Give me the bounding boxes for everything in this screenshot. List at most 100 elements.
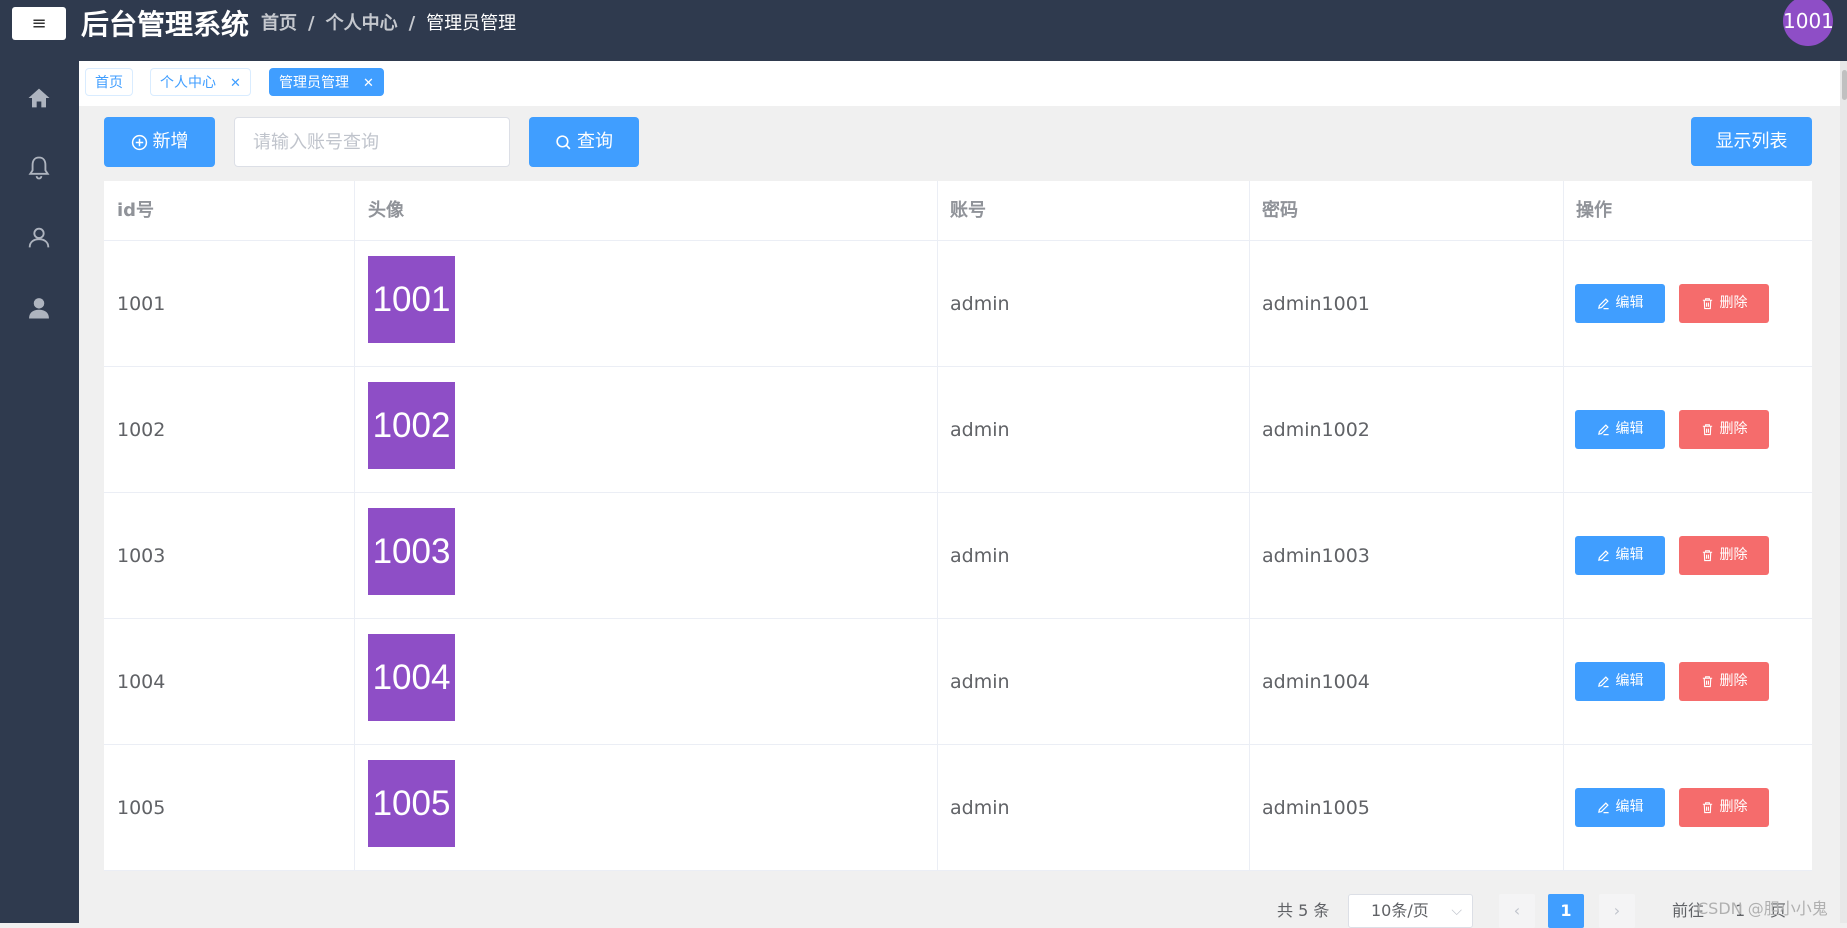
edit-icon	[1597, 549, 1609, 561]
avatar-image: 1004	[368, 634, 455, 721]
sidebar-item-notice[interactable]	[25, 154, 53, 182]
tags-bar: 首页 个人中心 ✕ 管理员管理 ✕	[79, 61, 1840, 106]
trash-icon	[1702, 297, 1712, 309]
top-navbar: ≡ 后台管理系统 首页 / 个人中心 / 管理员管理 1001	[0, 0, 1847, 61]
breadcrumb-separator: /	[408, 13, 416, 34]
breadcrumb: 首页 / 个人中心 / 管理员管理	[261, 12, 516, 36]
delete-button[interactable]: 删除	[1679, 410, 1769, 449]
avatar-image: 1002	[368, 382, 455, 469]
table-row: 1001 1001 admin admin1001 编辑 删除	[104, 241, 1812, 367]
home-icon	[28, 88, 50, 108]
delete-button-label: 删除	[1719, 673, 1748, 689]
plus-circle-icon	[131, 134, 147, 150]
edit-button[interactable]: 编辑	[1575, 284, 1665, 323]
search-button-label: 查询	[577, 131, 613, 152]
table-row: 1002 1002 admin admin1002 编辑 删除	[104, 367, 1812, 493]
delete-button-label: 删除	[1719, 295, 1748, 311]
tag-admin-manage[interactable]: 管理员管理 ✕	[269, 68, 384, 96]
breadcrumb-current: 管理员管理	[426, 13, 517, 34]
cell-id: 1002	[117, 419, 166, 441]
user-icon	[28, 227, 50, 248]
cell-id: 1003	[117, 545, 166, 567]
search-input[interactable]	[234, 117, 510, 167]
delete-button[interactable]: 删除	[1679, 662, 1769, 701]
cell-id: 1001	[117, 293, 166, 315]
avatar-image: 1005	[368, 760, 455, 847]
tag-home[interactable]: 首页	[85, 68, 133, 96]
search-button[interactable]: 查询	[529, 117, 639, 167]
table-row: 1003 1003 admin admin1003 编辑 删除	[104, 493, 1812, 619]
avatar-image: 1003	[368, 508, 455, 595]
edit-button[interactable]: 编辑	[1575, 536, 1665, 575]
show-list-button[interactable]: 显示列表	[1691, 117, 1812, 166]
menu-toggle-button[interactable]: ≡	[12, 7, 66, 40]
tag-label: 个人中心	[160, 75, 216, 91]
edit-icon	[1597, 801, 1609, 813]
tag-label: 首页	[95, 75, 123, 91]
page-size-value: 10条/页	[1371, 901, 1429, 920]
bell-icon	[28, 156, 50, 180]
search-icon	[556, 134, 571, 149]
breadcrumb-home[interactable]: 首页	[261, 13, 297, 34]
trash-icon	[1702, 549, 1712, 561]
breadcrumb-profile[interactable]: 个人中心	[326, 13, 398, 34]
delete-button[interactable]: 删除	[1679, 284, 1769, 323]
column-header-avatar: 头像	[368, 200, 404, 221]
delete-button-label: 删除	[1719, 547, 1748, 563]
sidebar-item-admin[interactable]	[25, 294, 53, 322]
edit-button[interactable]: 编辑	[1575, 788, 1665, 827]
cell-password: admin1004	[1262, 671, 1370, 693]
tag-label: 管理员管理	[279, 75, 349, 91]
add-button[interactable]: 新增	[104, 117, 215, 167]
table-header: id号 头像 账号 密码 操作	[104, 181, 1812, 241]
close-icon[interactable]: ✕	[230, 76, 241, 91]
edit-icon	[1597, 423, 1609, 435]
app-title: 后台管理系统	[81, 8, 250, 41]
edit-button-label: 编辑	[1615, 673, 1644, 689]
table-row: 1005 1005 admin admin1005 编辑 删除	[104, 745, 1812, 871]
cell-password: admin1003	[1262, 545, 1370, 567]
cell-account: admin	[950, 545, 1010, 567]
column-header-id: id号	[117, 200, 155, 221]
edit-icon	[1597, 675, 1609, 687]
column-header-actions: 操作	[1576, 200, 1612, 221]
table-row: 1004 1004 admin admin1004 编辑 删除	[104, 619, 1812, 745]
cell-id: 1005	[117, 797, 166, 819]
menu-icon: ≡	[31, 13, 47, 34]
cell-account: admin	[950, 797, 1010, 819]
scrollbar-thumb[interactable]	[1842, 70, 1847, 100]
edit-button-label: 编辑	[1615, 799, 1644, 815]
edit-button[interactable]: 编辑	[1575, 410, 1665, 449]
chevron-down-icon: ⌵	[1451, 903, 1462, 919]
trash-icon	[1702, 675, 1712, 687]
sidebar	[0, 61, 79, 923]
user-filled-icon	[29, 298, 49, 319]
trash-icon	[1702, 423, 1712, 435]
column-header-password: 密码	[1262, 200, 1298, 221]
breadcrumb-separator: /	[308, 13, 315, 34]
scrollbar-track[interactable]	[1840, 61, 1847, 923]
tag-profile[interactable]: 个人中心 ✕	[150, 68, 251, 96]
chevron-left-icon: ‹	[1513, 901, 1521, 920]
sidebar-item-profile[interactable]	[25, 224, 53, 252]
delete-button[interactable]: 删除	[1679, 788, 1769, 827]
cell-account: admin	[950, 671, 1010, 693]
edit-button-label: 编辑	[1615, 547, 1644, 563]
watermark: CSDN @胆小小鬼	[1697, 899, 1828, 918]
cell-password: admin1001	[1262, 293, 1370, 315]
cell-id: 1004	[117, 671, 166, 693]
chevron-right-icon: ›	[1613, 901, 1621, 920]
edit-button[interactable]: 编辑	[1575, 662, 1665, 701]
column-header-account: 账号	[950, 200, 986, 221]
delete-button[interactable]: 删除	[1679, 536, 1769, 575]
close-icon[interactable]: ✕	[363, 76, 374, 91]
add-button-label: 新增	[152, 131, 189, 152]
sidebar-item-home[interactable]	[25, 84, 53, 112]
delete-button-label: 删除	[1719, 421, 1748, 437]
delete-button-label: 删除	[1719, 799, 1748, 815]
cell-password: admin1002	[1262, 419, 1370, 441]
user-avatar[interactable]: 1001	[1783, 0, 1834, 46]
admin-table: id号 头像 账号 密码 操作 1001 1001 admin admin100…	[104, 181, 1812, 871]
cell-password: admin1005	[1262, 797, 1370, 819]
edit-button-label: 编辑	[1615, 295, 1644, 311]
